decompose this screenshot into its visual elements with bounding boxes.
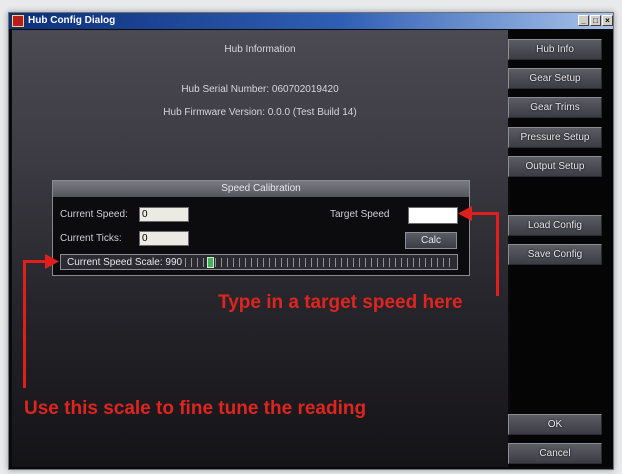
hub-serial-number: Hub Serial Number: 060702019420 bbox=[181, 84, 339, 95]
target-speed-input[interactable] bbox=[408, 207, 458, 224]
scale-ticks bbox=[161, 258, 453, 267]
scale-hint-arrow-line bbox=[23, 260, 26, 388]
target-speed-label: Target Speed bbox=[330, 209, 390, 220]
app-icon bbox=[12, 15, 24, 27]
pressure-setup-button[interactable]: Pressure Setup bbox=[508, 127, 602, 148]
current-speed-label: Current Speed: bbox=[60, 209, 128, 220]
scale-hint-arrowhead bbox=[45, 254, 59, 269]
gear-trims-button[interactable]: Gear Trims bbox=[508, 97, 602, 118]
scale-hint-arrow-stem bbox=[23, 260, 47, 263]
target-hint-arrowhead bbox=[458, 206, 472, 221]
calc-button[interactable]: Calc bbox=[405, 232, 457, 249]
scale-annotation: Use this scale to fine tune the reading bbox=[24, 398, 367, 419]
speed-scale-label: Current Speed Scale: 990 bbox=[67, 256, 185, 269]
output-setup-button[interactable]: Output Setup bbox=[508, 156, 602, 177]
target-hint-arrow-line bbox=[496, 212, 499, 296]
hub-firmware-version: Hub Firmware Version: 0.0.0 (Test Build … bbox=[163, 107, 357, 118]
close-button[interactable]: × bbox=[602, 15, 613, 26]
save-config-button[interactable]: Save Config bbox=[508, 244, 602, 265]
current-speed-field[interactable]: 0 bbox=[139, 207, 189, 222]
scale-slider-thumb[interactable] bbox=[207, 257, 214, 268]
maximize-button[interactable]: □ bbox=[590, 15, 601, 26]
hub-information-heading: Hub Information bbox=[224, 44, 296, 55]
cancel-button[interactable]: Cancel bbox=[508, 443, 602, 464]
title-bar[interactable]: Hub Config Dialog _ □ × bbox=[9, 13, 613, 29]
current-ticks-label: Current Ticks: bbox=[60, 233, 122, 244]
hub-info-button[interactable]: Hub Info bbox=[508, 39, 602, 60]
speed-scale-slider[interactable]: Current Speed Scale: 990 bbox=[60, 254, 458, 270]
target-hint-arrow-stem bbox=[470, 212, 498, 215]
window-title: Hub Config Dialog bbox=[28, 15, 116, 26]
current-ticks-field[interactable]: 0 bbox=[139, 231, 189, 246]
speed-calibration-heading: Speed Calibration bbox=[53, 181, 469, 197]
ok-button[interactable]: OK bbox=[508, 414, 602, 435]
target-speed-annotation: Type in a target speed here bbox=[218, 292, 463, 313]
gear-setup-button[interactable]: Gear Setup bbox=[508, 68, 602, 89]
minimize-button[interactable]: _ bbox=[578, 15, 589, 26]
load-config-button[interactable]: Load Config bbox=[508, 215, 602, 236]
